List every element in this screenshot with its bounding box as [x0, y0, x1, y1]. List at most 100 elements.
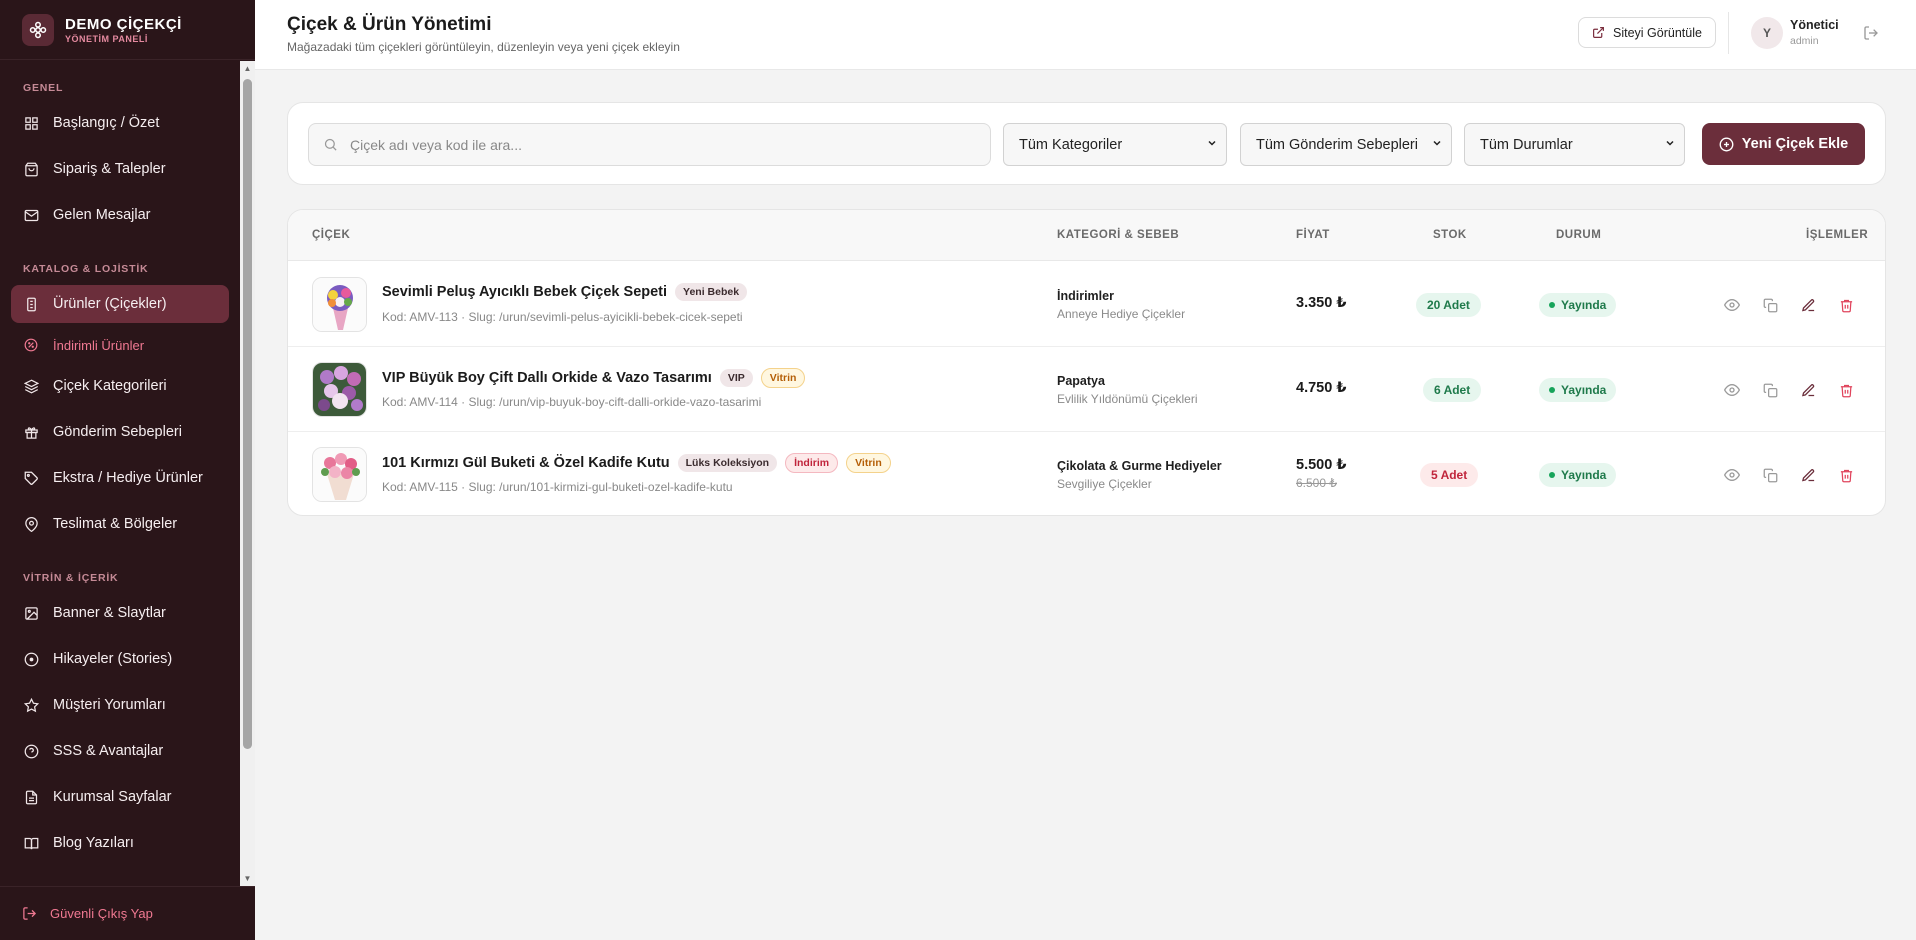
- search-placeholder: Çiçek adı veya kod ile ara...: [350, 136, 522, 153]
- sidebar-item-blog[interactable]: Blog Yazıları: [11, 824, 229, 862]
- sidebar-item-categories[interactable]: Çiçek Kategorileri: [11, 367, 229, 405]
- status-select[interactable]: Tüm Durumlar: [1464, 123, 1685, 166]
- delete-icon[interactable]: [1837, 466, 1855, 484]
- image-icon: [23, 605, 39, 621]
- search-icon: [323, 137, 338, 152]
- sidebar-item-banners[interactable]: Banner & Slaytlar: [11, 594, 229, 632]
- column-header: İŞLEMLER: [1806, 229, 1869, 241]
- sidebar-item-label: Başlangıç / Özet: [53, 115, 160, 131]
- product-category: Çikolata & Gurme Hediyeler: [1057, 459, 1222, 473]
- product-price: 3.350 ₺: [1296, 295, 1347, 311]
- sidebar-item-faq[interactable]: SSS & Avantajlar: [11, 732, 229, 770]
- sidebar-nav: GENEL Başlangıç / Özet Sipariş & Taleple…: [0, 61, 255, 886]
- scrollbar-thumb[interactable]: [243, 79, 252, 749]
- add-flower-label: Yeni Çiçek Ekle: [1741, 136, 1849, 152]
- sidebar-item-reviews[interactable]: Müşteri Yorumları: [11, 686, 229, 724]
- edit-icon[interactable]: [1799, 296, 1817, 314]
- mail-icon: [23, 207, 39, 223]
- product-tag: Vitrin: [760, 368, 806, 388]
- sidebar-item-orders[interactable]: Sipariş & Talepler: [11, 150, 229, 188]
- sidebar-item-label: Kurumsal Sayfalar: [53, 789, 172, 805]
- shopping-bag-icon: [23, 161, 39, 177]
- sidebar-item-stories[interactable]: Hikayeler (Stories): [11, 640, 229, 678]
- view-icon[interactable]: [1723, 296, 1741, 314]
- sidebar-item-discounted[interactable]: İndirimli Ürünler: [11, 331, 229, 359]
- copy-icon[interactable]: [1761, 381, 1779, 399]
- filter-bar: Çiçek adı veya kod ile ara... Tüm Katego…: [287, 102, 1886, 185]
- category-select[interactable]: Tüm Kategoriler: [1003, 123, 1227, 166]
- sidebar-item-label: İndirimli Ürünler: [53, 337, 145, 353]
- copy-icon[interactable]: [1761, 296, 1779, 314]
- view-icon[interactable]: [1723, 466, 1741, 484]
- status-dot: [1549, 302, 1555, 308]
- sidebar-item-delivery[interactable]: Teslimat & Bölgeler: [11, 505, 229, 543]
- book-icon: [23, 835, 39, 851]
- reason-select[interactable]: Tüm Gönderim Sebepleri: [1240, 123, 1452, 166]
- logout-link[interactable]: Güvenli Çıkış Yap: [0, 886, 255, 940]
- chevron-down-icon: [1206, 137, 1218, 153]
- sidebar-item-dashboard[interactable]: Başlangıç / Özet: [11, 104, 229, 142]
- section-label-general: GENEL: [23, 82, 64, 94]
- scroll-down-icon[interactable]: ▼: [240, 871, 255, 886]
- product-meta: Kod: AMV-113 · Slug: /urun/sevimli-pelus…: [382, 310, 743, 324]
- sidebar-item-extras[interactable]: Ekstra / Hediye Ürünler: [11, 459, 229, 497]
- page-subtitle: Mağazadaki tüm çiçekleri görüntüleyin, d…: [287, 40, 680, 54]
- sidebar-item-reasons[interactable]: Gönderim Sebepleri: [11, 413, 229, 451]
- stock-badge: 6 Adet: [1423, 378, 1482, 402]
- star-icon: [23, 697, 39, 713]
- sidebar-item-products[interactable]: Ürünler (Çiçekler): [11, 285, 229, 323]
- flower-icon: [23, 296, 39, 312]
- sidebar-item-label: Blog Yazıları: [53, 835, 134, 851]
- view-site-label: Siteyi Görüntüle: [1613, 25, 1702, 40]
- add-flower-button[interactable]: Yeni Çiçek Ekle: [1702, 123, 1865, 165]
- stock-badge: 5 Adet: [1420, 463, 1479, 487]
- view-site-button[interactable]: Siteyi Görüntüle: [1578, 17, 1716, 48]
- view-icon[interactable]: [1723, 381, 1741, 399]
- table-row[interactable]: Sevimli Peluş Ayıcıklı Bebek Çiçek Sepet…: [288, 262, 1885, 347]
- delete-icon[interactable]: [1837, 296, 1855, 314]
- scroll-up-icon[interactable]: ▲: [240, 61, 255, 76]
- edit-icon[interactable]: [1799, 466, 1817, 484]
- table-header: ÇİÇEK KATEGORİ & SEBEB FİYAT STOK DURUM …: [288, 210, 1885, 261]
- sidebar: DEMO ÇİÇEKÇİ YÖNETİM PANELİ GENEL Başlan…: [0, 0, 255, 940]
- table-row[interactable]: 101 Kırmızı Gül Buketi & Özel Kadife Kut…: [288, 432, 1885, 515]
- product-name[interactable]: 101 Kırmızı Gül Buketi & Özel Kadife Kut…: [382, 455, 670, 471]
- product-tag: Vitrin: [846, 453, 891, 473]
- brand[interactable]: DEMO ÇİÇEKÇİ YÖNETİM PANELİ: [0, 0, 255, 60]
- chevron-down-icon: [1431, 137, 1443, 153]
- product-tag: VIP: [719, 369, 753, 387]
- product-price: 5.500 ₺: [1296, 457, 1347, 473]
- product-name[interactable]: Sevimli Peluş Ayıcıklı Bebek Çiçek Sepet…: [382, 284, 667, 300]
- grid-icon: [23, 115, 39, 131]
- avatar[interactable]: Y: [1751, 17, 1783, 49]
- product-name[interactable]: VIP Büyük Boy Çift Dallı Orkide & Vazo T…: [382, 370, 712, 386]
- search-input[interactable]: Çiçek adı veya kod ile ara...: [308, 123, 991, 166]
- column-header: KATEGORİ & SEBEB: [1057, 229, 1180, 241]
- product-image: [312, 362, 367, 417]
- product-price: 4.750 ₺: [1296, 380, 1347, 396]
- product-reason: Anneye Hediye Çiçekler: [1057, 307, 1186, 321]
- table-row[interactable]: VIP Büyük Boy Çift Dallı Orkide & Vazo T…: [288, 347, 1885, 432]
- chevron-down-icon: [1664, 137, 1676, 153]
- status-select-value: Tüm Durumlar: [1480, 136, 1573, 153]
- column-header: DURUM: [1556, 229, 1602, 241]
- product-tag: Yeni Bebek: [675, 283, 748, 301]
- map-pin-icon: [23, 516, 39, 532]
- brand-name: DEMO ÇİÇEKÇİ: [65, 15, 182, 33]
- status-label: Yayında: [1561, 298, 1607, 312]
- edit-icon[interactable]: [1799, 381, 1817, 399]
- copy-icon[interactable]: [1761, 466, 1779, 484]
- logout-icon[interactable]: [1863, 25, 1879, 41]
- sidebar-item-label: SSS & Avantajlar: [53, 743, 164, 759]
- products-table: ÇİÇEK KATEGORİ & SEBEB FİYAT STOK DURUM …: [287, 209, 1886, 516]
- sidebar-item-messages[interactable]: Gelen Mesajlar: [11, 196, 229, 234]
- sidebar-scrollbar[interactable]: ▲ ▼: [240, 61, 255, 886]
- product-image: [312, 277, 367, 332]
- delete-icon[interactable]: [1837, 381, 1855, 399]
- product-reason: Evlilik Yıldönümü Çiçekleri: [1057, 392, 1198, 406]
- status-badge: Yayında: [1539, 378, 1617, 402]
- sidebar-item-label: Müşteri Yorumları: [53, 697, 166, 713]
- column-header: ÇİÇEK: [312, 229, 351, 241]
- sidebar-item-corporate[interactable]: Kurumsal Sayfalar: [11, 778, 229, 816]
- gift-icon: [23, 424, 39, 440]
